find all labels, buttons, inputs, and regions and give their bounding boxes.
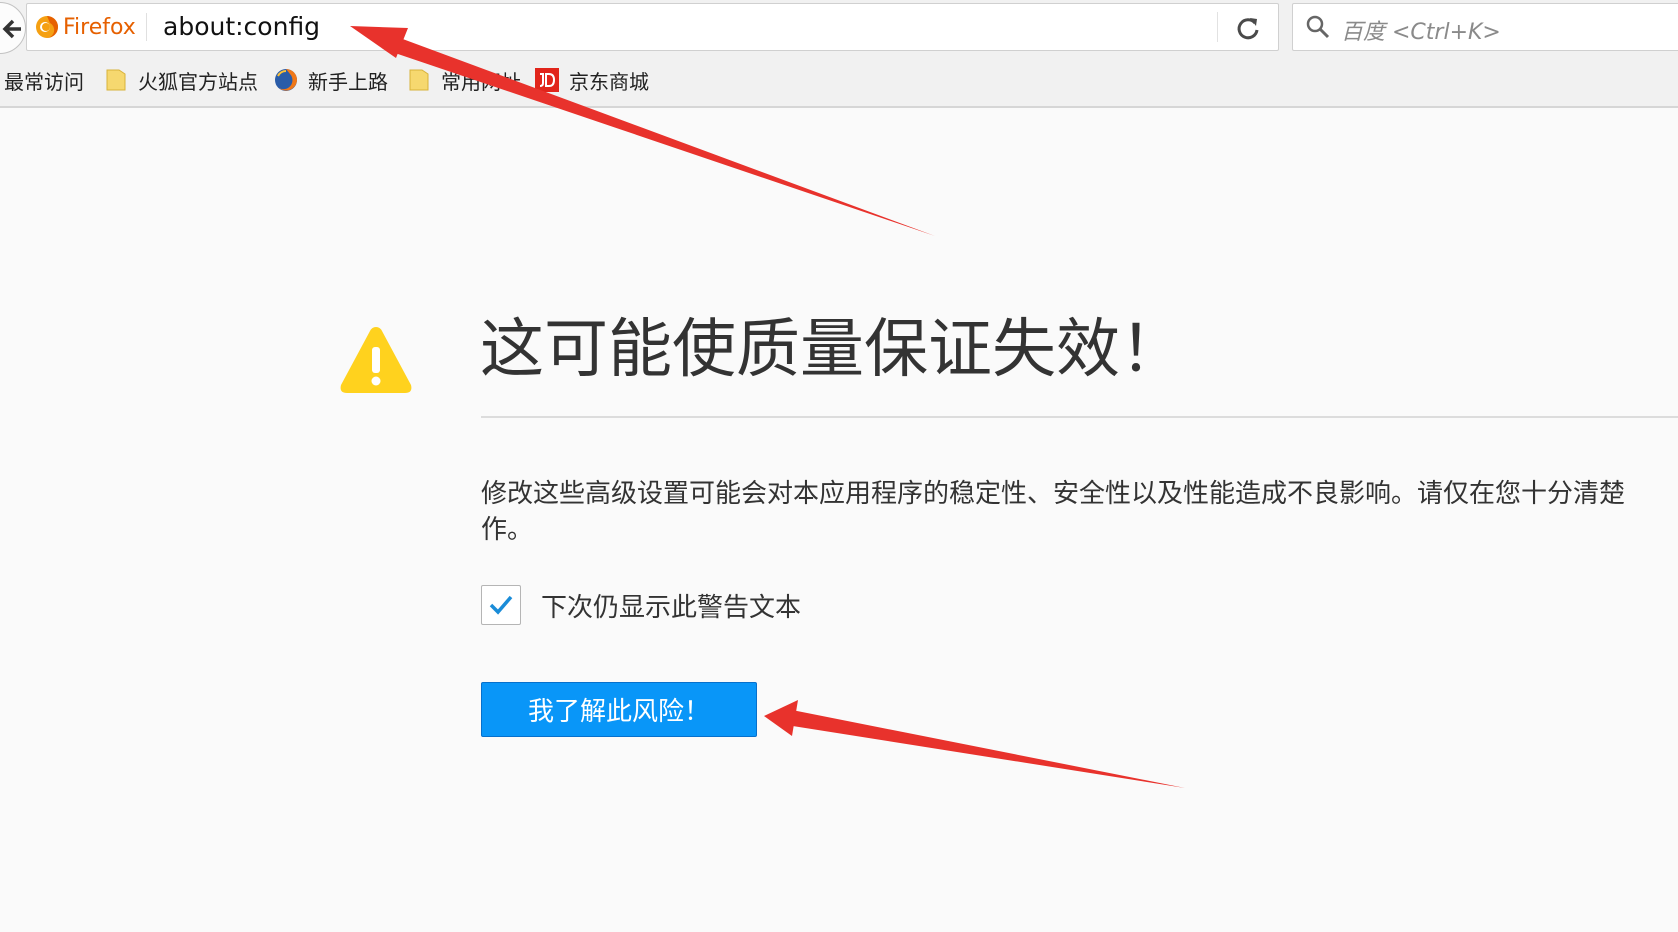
folder-icon — [106, 69, 126, 91]
folder-icon — [409, 69, 429, 91]
identity-label: Firefox — [63, 14, 136, 40]
navigation-toolbar: Firefox about:config 百度 <Ctrl+K> — [0, 0, 1678, 54]
bookmark-most-visited[interactable]: 最常访问 — [4, 66, 84, 94]
description-line-2: 作。 — [481, 515, 534, 545]
url-bar[interactable]: Firefox about:config — [26, 3, 1279, 51]
search-placeholder: 百度 <Ctrl+K> — [1341, 20, 1501, 45]
reload-icon[interactable] — [1233, 13, 1263, 43]
warning-icon — [340, 327, 412, 393]
identity-box[interactable]: Firefox — [35, 13, 147, 41]
title-divider — [481, 416, 1678, 418]
bookmark-label: 京东商城 — [569, 69, 649, 94]
bookmark-label: 最常访问 — [4, 69, 84, 94]
accept-risk-button[interactable]: 我了解此风险！ — [481, 682, 757, 737]
bookmark-label: 新手上路 — [308, 69, 388, 94]
bookmark-common-sites[interactable]: 常用网址 — [407, 66, 521, 94]
arrow-to-accept-button — [764, 700, 1185, 788]
bookmark-label: 火狐官方站点 — [138, 69, 258, 94]
url-separator — [1217, 12, 1218, 42]
show-warning-checkbox[interactable] — [481, 585, 521, 625]
description-line-1: 修改这些高级设置可能会对本应用程序的稳定性、安全性以及性能造成不良影响。请仅在您… — [481, 479, 1626, 509]
back-arrow-icon — [2, 19, 21, 39]
annotation-overlay — [350, 26, 1185, 788]
bookmark-jd-mall[interactable]: 京东商城 — [535, 66, 649, 94]
search-icon — [1306, 15, 1330, 39]
search-bar[interactable]: 百度 <Ctrl+K> — [1292, 3, 1678, 51]
bookmarks-toolbar: 最常访问 火狐官方站点 新手上路 常用网址 京东商城 — [0, 54, 1678, 108]
page-title: 这可能使质量保证失效！ — [480, 313, 1184, 387]
show-warning-checkbox-label[interactable]: 下次仍显示此警告文本 — [541, 587, 801, 624]
back-button[interactable] — [0, 2, 26, 54]
bookmark-firefox-official[interactable]: 火狐官方站点 — [104, 66, 258, 94]
jd-icon — [535, 68, 559, 92]
checkmark-icon — [489, 595, 513, 615]
show-warning-checkbox-row[interactable]: 下次仍显示此警告文本 — [481, 584, 801, 626]
firefox-logo-icon — [36, 16, 58, 38]
bookmark-label: 常用网址 — [441, 69, 521, 94]
firefox-icon — [275, 69, 297, 91]
bookmark-getting-started[interactable]: 新手上路 — [274, 66, 388, 94]
url-input[interactable]: about:config — [163, 12, 320, 41]
warning-description: 修改这些高级设置可能会对本应用程序的稳定性、安全性以及性能造成不良影响。请仅在您… — [481, 476, 1678, 548]
